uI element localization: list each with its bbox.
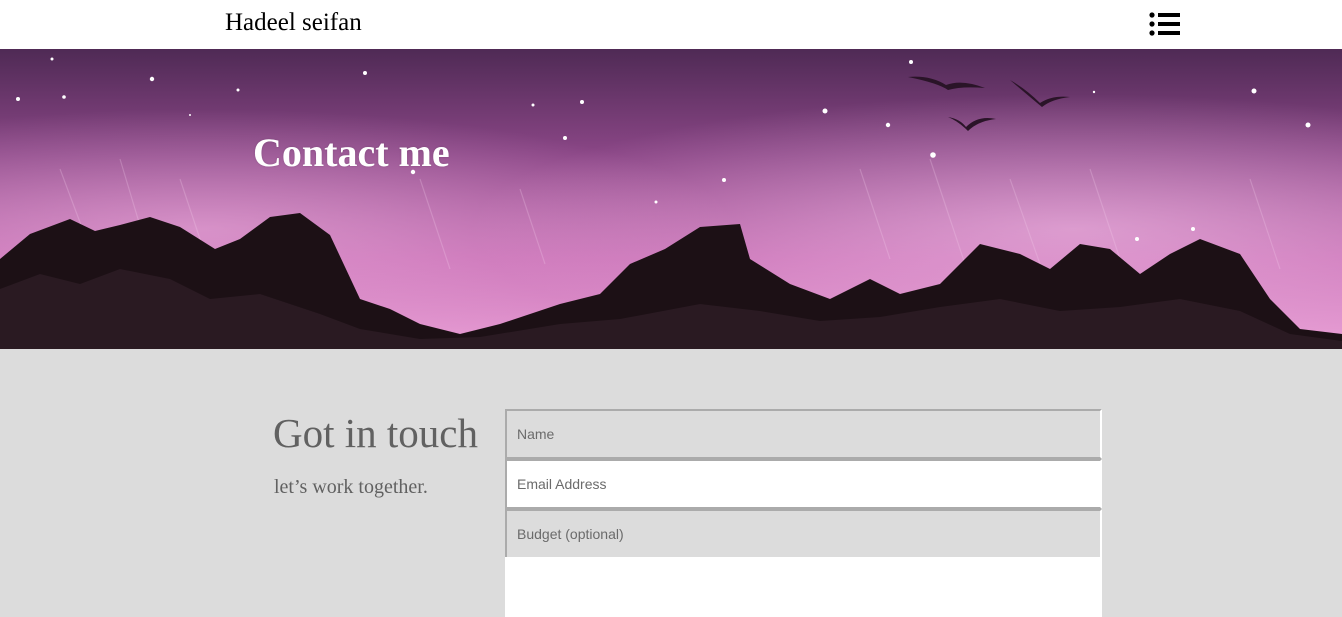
contact-section: Got in touch let’s work together. [0, 349, 1342, 617]
contact-heading: Got in touch [273, 410, 478, 456]
site-brand[interactable]: Hadeel seifan [225, 8, 362, 38]
email-field[interactable] [505, 459, 1102, 509]
budget-field[interactable] [505, 509, 1102, 557]
top-navbar: Hadeel seifan [0, 0, 1342, 49]
contact-subheading: let’s work together. [274, 476, 428, 498]
list-menu-icon[interactable] [1148, 11, 1182, 37]
hero-background-image [0, 49, 1342, 349]
name-field[interactable] [505, 409, 1102, 459]
hero-title: Contact me [253, 130, 450, 175]
message-field[interactable] [505, 557, 1102, 617]
hero-banner: Contact me [0, 49, 1342, 349]
